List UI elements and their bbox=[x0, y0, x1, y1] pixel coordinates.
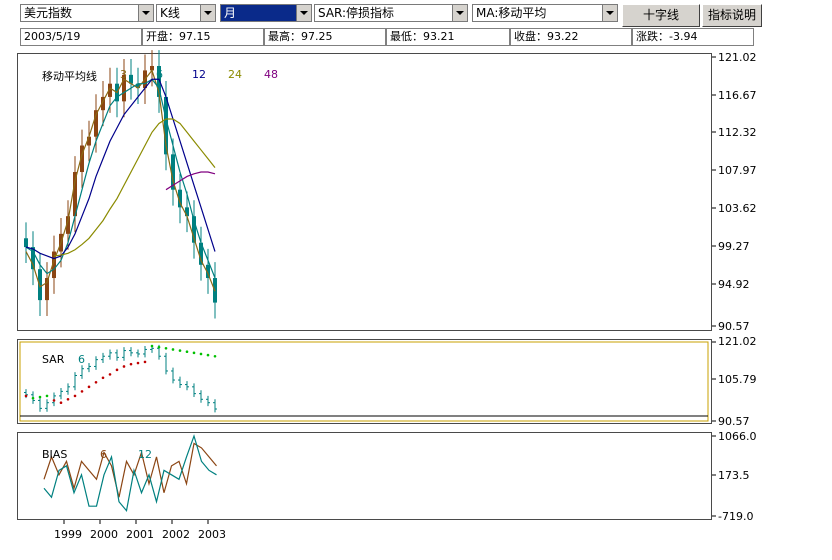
sar-dot bbox=[206, 353, 210, 357]
sar-y-tick: 121.02 bbox=[718, 335, 757, 348]
sar-dot bbox=[38, 395, 42, 399]
sar-dot bbox=[66, 397, 70, 401]
bias-y-tick: 1066.0 bbox=[718, 430, 757, 443]
ma-panel-title: 移动平均线 bbox=[42, 70, 97, 83]
x-tick-2001: 2001 bbox=[126, 528, 154, 541]
x-tick-1999: 1999 bbox=[54, 528, 82, 541]
sar-dot bbox=[122, 365, 126, 368]
sar-dot bbox=[185, 350, 189, 354]
bias-y-tick: -719.0 bbox=[718, 510, 754, 523]
sar-dot bbox=[143, 360, 147, 364]
candle-body bbox=[185, 207, 189, 217]
ma48-label: 48 bbox=[264, 68, 278, 81]
main-y-tick: 103.62 bbox=[718, 202, 757, 215]
sar-dot bbox=[101, 376, 105, 380]
sar-dot bbox=[157, 345, 161, 349]
sar-dot bbox=[164, 347, 168, 350]
sar-dot bbox=[80, 390, 84, 393]
x-tick-2002: 2002 bbox=[162, 528, 190, 541]
ma-line-24 bbox=[53, 118, 216, 257]
main-y-tick: 90.57 bbox=[718, 320, 750, 333]
sar-dot bbox=[31, 396, 35, 400]
candle-body bbox=[24, 238, 28, 248]
ma12-label: 12 bbox=[192, 68, 206, 81]
sar-dot bbox=[213, 354, 217, 358]
main-y-tick: 112.32 bbox=[718, 126, 757, 139]
ma24-label: 24 bbox=[228, 68, 242, 81]
sar-dot bbox=[94, 381, 98, 384]
sar-y-tick: 90.57 bbox=[718, 415, 750, 428]
bias-y-tick: 173.5 bbox=[718, 469, 750, 482]
x-tick-2003: 2003 bbox=[198, 528, 226, 541]
sar-dot bbox=[108, 373, 112, 376]
sar-dot bbox=[59, 401, 63, 404]
bias12-label: 12 bbox=[138, 448, 152, 461]
sar-param-label: 6 bbox=[78, 353, 85, 366]
sar-dot bbox=[73, 394, 77, 398]
main-y-tick: 116.67 bbox=[718, 89, 757, 102]
sar-dot bbox=[87, 385, 91, 389]
sar-dot bbox=[199, 352, 203, 356]
sar-dot bbox=[192, 351, 196, 355]
main-y-tick: 121.02 bbox=[718, 51, 757, 64]
ma6-label: 6 bbox=[156, 68, 163, 81]
bias6-label: 6 bbox=[100, 448, 107, 461]
main-y-tick: 94.92 bbox=[718, 278, 750, 291]
sar-dot bbox=[45, 394, 49, 398]
main-y-tick: 107.97 bbox=[718, 164, 757, 177]
sar-dot bbox=[178, 349, 182, 352]
sar-dot bbox=[129, 362, 133, 366]
sar-panel-title: SAR bbox=[42, 353, 65, 366]
sar-dot bbox=[171, 348, 175, 351]
sar-dot bbox=[24, 394, 28, 398]
candle-body bbox=[38, 269, 42, 301]
chart-canvas bbox=[19, 50, 716, 524]
bias-panel-title: BIAS bbox=[42, 448, 68, 461]
sar-dot bbox=[115, 368, 119, 372]
main-y-tick: 99.27 bbox=[718, 240, 750, 253]
sar-inner-border bbox=[19, 341, 709, 422]
sar-dot bbox=[150, 344, 154, 348]
sar-dot bbox=[136, 361, 140, 365]
sar-dot bbox=[52, 399, 56, 402]
ma3-label: 3 bbox=[120, 68, 127, 81]
x-tick-2000: 2000 bbox=[90, 528, 118, 541]
sar-y-tick: 105.79 bbox=[718, 373, 757, 386]
